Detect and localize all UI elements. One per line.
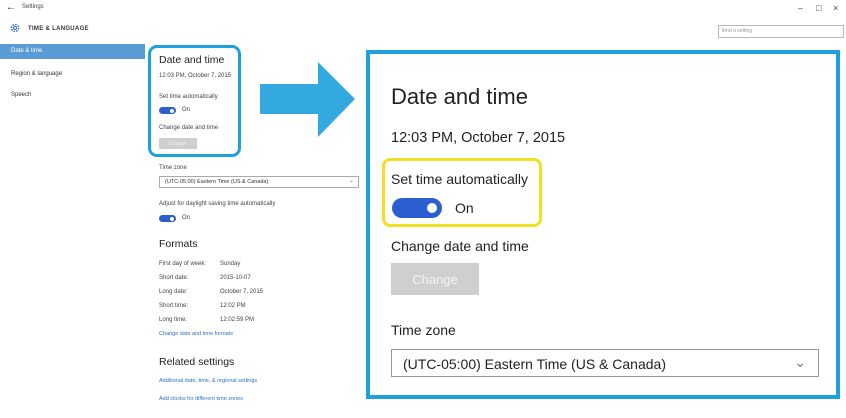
format-row-value: 12:02 PM	[220, 303, 246, 309]
sidebar-item-label: Region & language	[11, 71, 63, 77]
search-icon[interactable]: ⌕	[722, 28, 840, 34]
time-zone-label: Time zone	[159, 165, 187, 171]
zoom-time-zone-label: Time zone	[391, 322, 456, 338]
sidebar-item-region-language[interactable]: Region & language	[0, 67, 145, 82]
format-row-label: Long time:	[159, 317, 188, 323]
section-title: TIME & LANGUAGE	[28, 26, 89, 32]
zoom-change-date-time-label: Change date and time	[391, 238, 529, 254]
format-row-label: Short date:	[159, 275, 189, 281]
highlight-box	[382, 158, 542, 227]
related-settings-heading: Related settings	[159, 356, 235, 368]
dst-label: Adjust for daylight saving time automati…	[159, 201, 276, 207]
sidebar-item-label: Speech	[11, 92, 32, 98]
zoom-time-zone-select[interactable]: (UTC-05:00) Eastern Time (US & Canada) ⌄	[391, 349, 819, 377]
toggle-state: On	[182, 215, 191, 221]
zoom-page-title: Date and time	[391, 84, 528, 109]
maximize-button[interactable]: □	[816, 3, 821, 13]
toggle-knob	[170, 216, 174, 221]
title-bar: ← Settings – □ ×	[0, 0, 846, 18]
app-title: Settings	[22, 4, 44, 10]
sidebar-item-date-time[interactable]: Date & time	[0, 44, 145, 59]
right-arrow-icon	[260, 62, 355, 137]
format-row-value: 12:02:59 PM	[220, 317, 255, 323]
format-row-label: First day of week:	[159, 261, 207, 267]
close-button[interactable]: ×	[833, 3, 838, 13]
sidebar-item-speech[interactable]: Speech	[0, 88, 145, 103]
back-arrow-icon[interactable]: ←	[6, 2, 16, 13]
format-row-value: 2015-10-07	[220, 275, 251, 281]
dst-toggle[interactable]	[159, 215, 176, 222]
format-row-label: Long date:	[159, 289, 188, 295]
search-input[interactable]: Find a setting ⌕	[718, 25, 844, 38]
chevron-down-icon: ⌄	[348, 178, 354, 184]
zoom-change-button[interactable]: Change	[391, 263, 479, 295]
related-link-clocks[interactable]: Add clocks for different time zones	[159, 396, 243, 402]
zoom-change-button-label: Change	[412, 272, 458, 287]
zoom-time-zone-value: (UTC-05:00) Eastern Time (US & Canada)	[403, 356, 666, 372]
related-link-regional[interactable]: Additional date, time, & regional settin…	[159, 378, 257, 384]
minimize-button[interactable]: –	[798, 3, 803, 13]
time-zone-value: (UTC-05:00) Eastern Time (US & Canada)	[165, 179, 269, 185]
gear-icon	[10, 23, 20, 33]
sidebar-item-label: Date & time	[11, 48, 43, 54]
formats-heading: Formats	[159, 238, 198, 250]
format-row-value: Sunday	[220, 261, 241, 267]
zoom-current-time: 12:03 PM, October 7, 2015	[391, 130, 566, 146]
highlight-callout	[148, 45, 241, 157]
chevron-down-icon: ⌄	[794, 354, 806, 370]
change-formats-link[interactable]: Change date and time formats	[159, 331, 233, 337]
format-row-label: Short time:	[159, 303, 189, 309]
format-row-value: October 7, 2015	[220, 289, 264, 295]
time-zone-select[interactable]: (UTC-05:00) Eastern Time (US & Canada) ⌄	[159, 176, 359, 188]
